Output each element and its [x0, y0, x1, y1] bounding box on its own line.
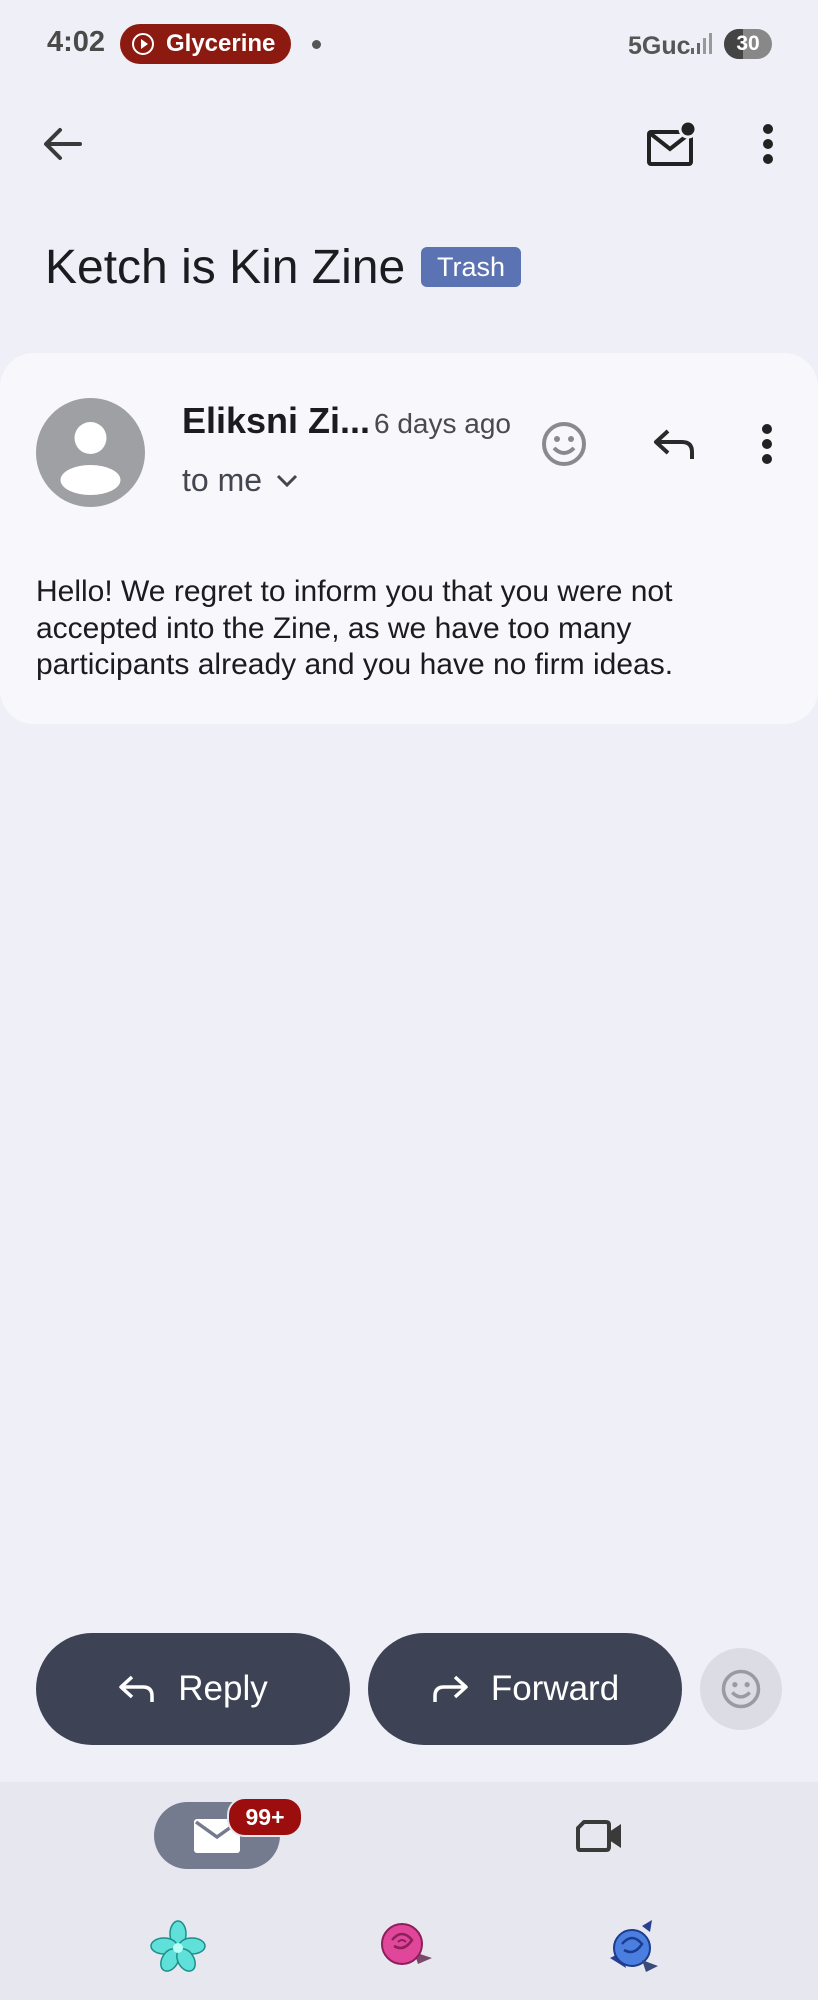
label-chip-trash[interactable]: Trash: [421, 247, 522, 287]
avatar[interactable]: [36, 398, 145, 507]
recipient-label: to me: [182, 462, 263, 498]
reply-icon: [654, 429, 694, 459]
battery-icon: 30: [724, 29, 772, 59]
add-reaction-button[interactable]: [536, 416, 592, 472]
reply-icon-button[interactable]: [646, 416, 702, 472]
chevron-down-icon: [276, 474, 298, 487]
recording-app-name: Glycerine: [166, 30, 276, 57]
arrow-left-icon: [44, 128, 82, 160]
signal-icon: [691, 33, 712, 54]
reply-button[interactable]: Reply: [36, 1633, 350, 1745]
status-time: 4:02: [47, 26, 106, 58]
more-vert-icon: [762, 424, 772, 464]
teal-flower-icon: [150, 1920, 206, 1972]
back-button[interactable]: [32, 114, 92, 174]
record-icon: [132, 33, 154, 55]
pink-rose-icon: [381, 1923, 432, 1965]
blue-rose-icon: [610, 1920, 658, 1972]
battery-level: 30: [736, 32, 760, 55]
forward-button[interactable]: Forward: [368, 1633, 682, 1745]
emoji-icon: [721, 1669, 761, 1709]
message-more-button[interactable]: [752, 416, 782, 472]
reply-label: Reply: [178, 1669, 268, 1708]
forward-icon: [433, 1675, 468, 1702]
forward-label: Forward: [490, 1669, 620, 1708]
nav-meet-tab[interactable]: [568, 1806, 632, 1866]
notification-dot-icon: [312, 40, 321, 49]
video-camera-icon: [576, 1820, 621, 1852]
mark-unread-icon: [647, 120, 698, 166]
more-vert-icon: [763, 124, 773, 164]
recipient-details-toggle[interactable]: to me: [182, 462, 298, 499]
mark-unread-button[interactable]: [640, 114, 704, 174]
emoji-icon: [542, 422, 586, 466]
email-body: Hello! We regret to inform you that you …: [36, 575, 674, 681]
message-time: 6 days ago: [374, 408, 511, 439]
unread-count-badge: 99+: [227, 1797, 303, 1837]
reply-icon: [119, 1675, 154, 1702]
react-button[interactable]: [700, 1648, 782, 1730]
person-icon: [60, 422, 121, 495]
more-options-button[interactable]: [748, 114, 788, 174]
email-subject: Ketch is Kin Zine: [45, 241, 406, 294]
sender-name[interactable]: Eliksni Zi...: [182, 400, 370, 442]
network-type: 5Guc: [628, 32, 691, 60]
recording-indicator[interactable]: Glycerine: [120, 24, 292, 64]
